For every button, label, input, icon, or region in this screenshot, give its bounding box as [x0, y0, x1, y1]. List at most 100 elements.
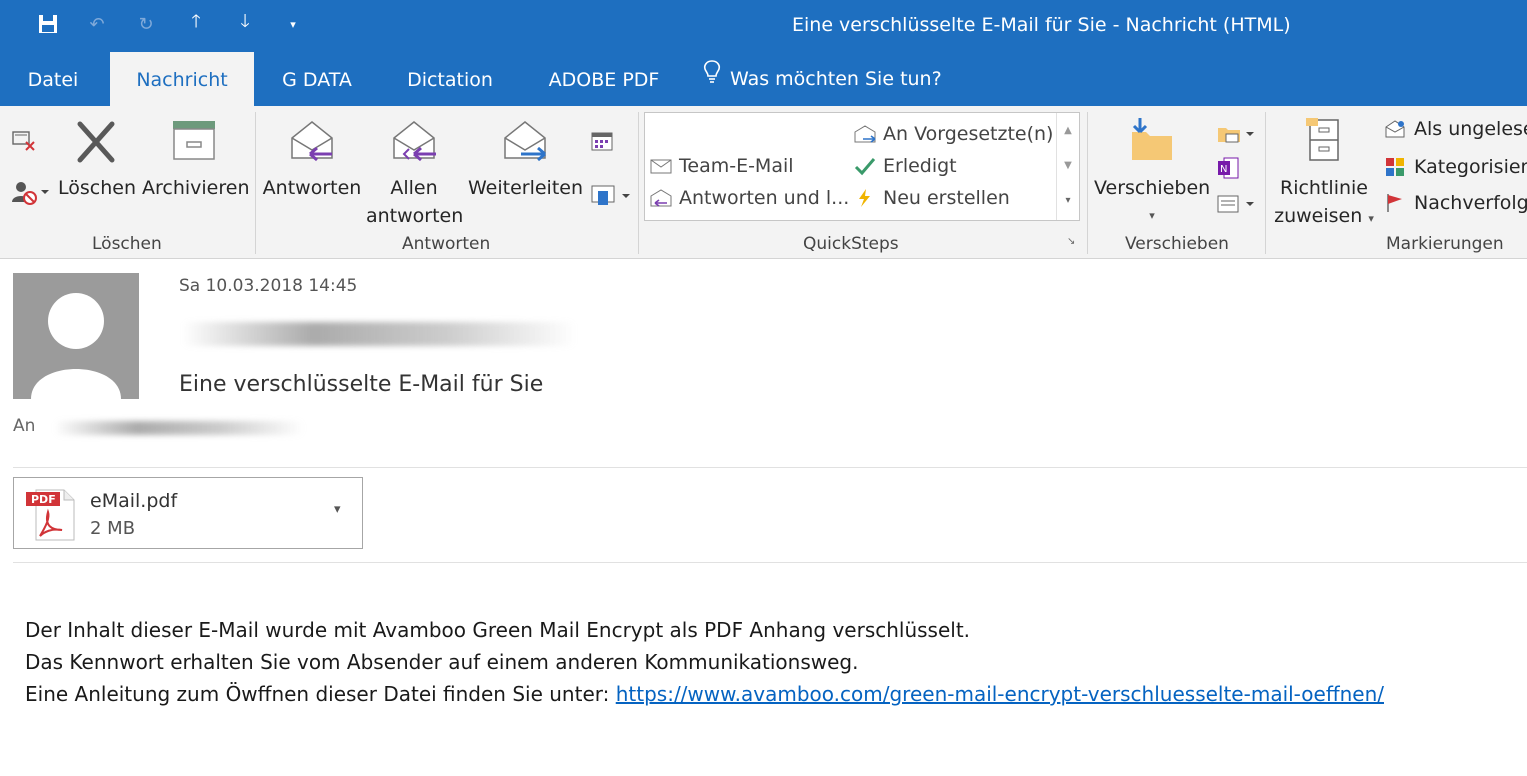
categories-icon [1386, 158, 1404, 176]
move-label: Verschieben [1094, 177, 1211, 199]
tell-me-label: Was möchten Sie tun? [730, 68, 942, 90]
group-separator [1265, 112, 1266, 254]
onenote-icon[interactable]: N [1216, 156, 1242, 184]
reply-icon [288, 118, 336, 166]
body-line-3-text: Eine Anleitung zum Öwffnen dieser Datei … [25, 682, 616, 706]
tell-me-search[interactable]: Was möchten Sie tun? [702, 52, 942, 106]
forward-label: Weiterleiten [468, 177, 584, 199]
ignore-icon[interactable] [10, 128, 38, 158]
pdf-badge-label: PDF [31, 493, 56, 506]
forward-icon [501, 118, 549, 166]
expand-gallery-icon[interactable]: ▾ [1057, 183, 1079, 218]
attachment-name: eMail.pdf [90, 490, 178, 512]
reply-button[interactable]: Antworten [262, 118, 362, 202]
divider [13, 562, 1527, 563]
cabinet-icon [1300, 116, 1348, 164]
title-bar: ↶ ↻ 🡑 🡓 ▾ Eine verschlüsselte E-Mail für… [0, 0, 1527, 52]
to-label: An [13, 416, 36, 436]
reply-label: Antworten [262, 177, 362, 199]
quickstep-neu-erstellen[interactable]: Neu erstellen [853, 187, 1010, 209]
forward-button[interactable]: Weiterleiten [468, 118, 584, 202]
quickstep-erledigt[interactable]: Erledigt [853, 155, 957, 177]
group-separator [255, 112, 256, 254]
chevron-down-icon: ▾ [1368, 212, 1374, 225]
up-arrow-icon[interactable]: 🡑 [182, 10, 210, 38]
categorize-button[interactable]: Kategorisieren [1384, 156, 1527, 178]
envelope-unread-icon [1385, 120, 1405, 138]
delete-label: Löschen [58, 177, 136, 199]
down-arrow-icon[interactable]: 🡓 [231, 10, 259, 38]
delete-x-icon [72, 118, 120, 166]
checkmark-icon [854, 158, 876, 176]
window-title: Eine verschlüsselte E-Mail für Sie - Nac… [792, 14, 1291, 36]
quicksteps-scrollbar[interactable]: ▲ ▼ ▾ [1056, 113, 1079, 220]
undo-icon[interactable]: ↶ [83, 10, 111, 38]
lightning-icon [859, 189, 870, 207]
quicksteps-gallery: An Vorgesetzte(n) Team-E-Mail Erledigt A… [644, 112, 1080, 221]
avatar [13, 273, 139, 399]
pdf-file-icon: PDF [22, 486, 78, 546]
rules-icon[interactable] [1216, 122, 1256, 150]
archive-label: Archivieren [142, 177, 250, 199]
archive-button[interactable]: Archivieren [142, 118, 250, 202]
group-label-markierungen: Markierungen [1386, 234, 1504, 254]
chevron-down-icon: ▾ [1149, 209, 1155, 222]
tab-gdata[interactable]: G DATA [272, 52, 362, 106]
tab-nachricht[interactable]: Nachricht [110, 52, 254, 106]
folder-move-icon [1128, 116, 1176, 164]
ribbon: Löschen Archivieren Löschen Antworten Al… [0, 106, 1527, 259]
attachment-card[interactable]: PDF eMail.pdf 2 MB ▾ [13, 477, 363, 549]
save-icon[interactable] [34, 10, 62, 38]
customize-icon[interactable]: ▾ [279, 10, 307, 38]
reply-all-icon [390, 118, 438, 166]
mark-unread-button[interactable]: Als ungelesen [1384, 118, 1527, 140]
quickstep-antworten-und-loeschen[interactable]: Antworten und l... [649, 187, 849, 209]
body-line-3: Eine Anleitung zum Öwffnen dieser Datei … [25, 682, 1384, 706]
reply-all-button[interactable]: Allen antworten [366, 118, 464, 230]
policy-label-2-row: zuweisen ▾ [1274, 205, 1374, 227]
tab-dictation[interactable]: Dictation [396, 52, 504, 106]
message-subject: Eine verschlüsselte E-Mail für Sie [179, 372, 544, 397]
attachment-dropdown-icon[interactable]: ▾ [334, 502, 341, 517]
meeting-icon[interactable] [590, 130, 614, 156]
group-separator [1087, 112, 1088, 254]
more-respond-icon[interactable] [590, 182, 632, 212]
ribbon-tabs: Datei Nachricht G DATA Dictation ADOBE P… [0, 52, 1527, 106]
help-link[interactable]: https://www.avamboo.com/green-mail-encry… [616, 682, 1384, 706]
group-label-loeschen: Löschen [92, 234, 162, 254]
recipient-redacted [54, 421, 304, 435]
group-separator [638, 112, 639, 254]
envelope-reply-icon [650, 189, 672, 207]
assign-policy-button[interactable]: Richtlinie zuweisen ▾ [1270, 116, 1378, 233]
group-label-antworten: Antworten [402, 234, 491, 254]
quickstep-an-vorgesetzte[interactable]: An Vorgesetzte(n) [853, 123, 1053, 145]
body-line-1: Der Inhalt dieser E-Mail wurde mit Avamb… [25, 618, 971, 642]
scroll-up-icon[interactable]: ▲ [1057, 113, 1079, 148]
envelope-icon [650, 159, 672, 174]
flag-icon [1387, 194, 1402, 212]
person-silhouette-icon [31, 293, 121, 399]
svg-text:N: N [1220, 164, 1227, 175]
group-label-quicksteps: QuickSteps [803, 234, 899, 254]
junk-icon[interactable] [10, 178, 50, 210]
scroll-down-icon[interactable]: ▼ [1057, 148, 1079, 183]
redo-icon[interactable]: ↻ [132, 10, 160, 38]
reply-all-label-2: antworten [366, 205, 464, 227]
tab-adobe-pdf[interactable]: ADOBE PDF [538, 52, 670, 106]
attachment-size: 2 MB [90, 518, 136, 539]
delete-button[interactable]: Löschen [58, 118, 136, 202]
archive-icon [170, 118, 218, 166]
follow-up-button[interactable]: Nachverfolgung [1384, 192, 1527, 214]
group-label-verschieben: Verschieben [1125, 234, 1229, 254]
divider [13, 467, 1527, 468]
quickstep-team-email[interactable]: Team-E-Mail [649, 155, 794, 177]
lightbulb-icon [702, 51, 722, 107]
body-line-2: Das Kennwort erhalten Sie vom Absender a… [25, 650, 859, 674]
tab-datei[interactable]: Datei [14, 52, 92, 106]
dialog-launcher-icon[interactable]: ↘ [1067, 236, 1075, 247]
move-button[interactable]: Verschieben ▾ [1094, 116, 1210, 230]
message-date: Sa 10.03.2018 14:45 [179, 276, 358, 296]
actions-icon[interactable] [1216, 192, 1256, 220]
envelope-forward-icon [854, 125, 876, 143]
policy-label-1: Richtlinie [1280, 177, 1368, 199]
